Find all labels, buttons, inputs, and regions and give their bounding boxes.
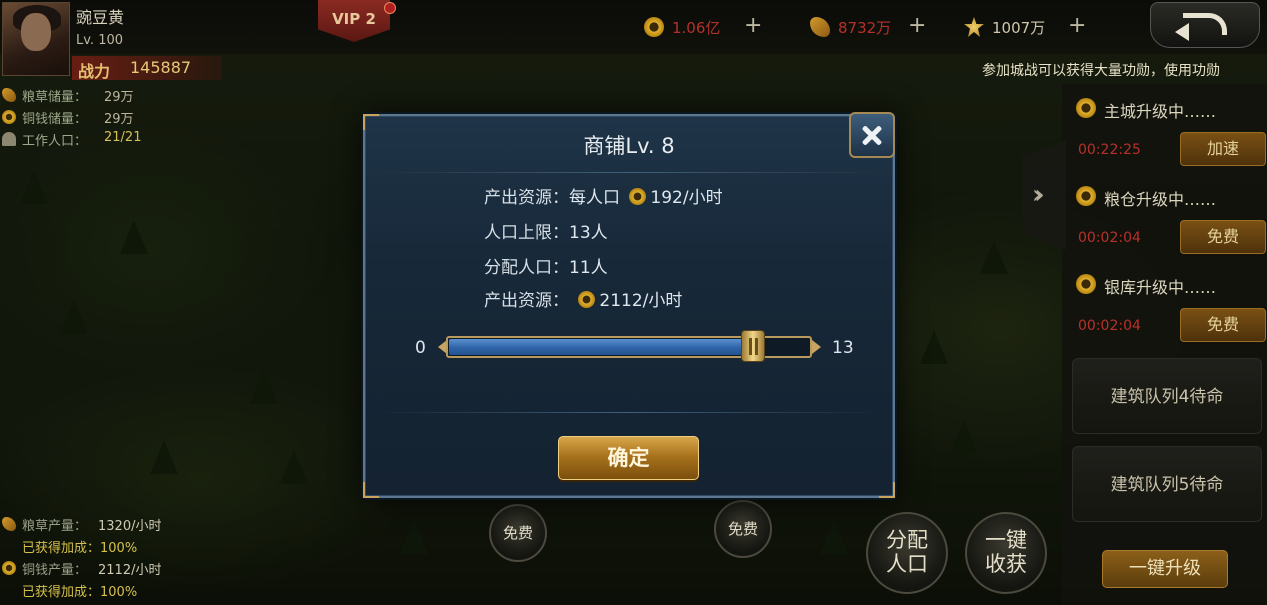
slider-fill (449, 339, 762, 355)
close-button[interactable] (849, 112, 895, 158)
coin-icon (1076, 186, 1096, 206)
resource-value: 1007万 (992, 19, 1046, 37)
queue-item: 银库升级中…… 00:02:04 免费 (1072, 262, 1266, 346)
return-arrow-icon (1183, 13, 1227, 35)
storage-panel: 粮草储量： 29万 铜钱储量： 29万 工作人口： 21/21 (0, 84, 155, 150)
free-button[interactable]: 免费 (489, 504, 547, 562)
coin-icon (2, 561, 16, 575)
output-per-person-row: 产出资源：每人口 192/小时 (484, 188, 723, 208)
coin-icon (1076, 98, 1096, 118)
queue-item: 主城升级中…… 00:22:25 加速 (1072, 86, 1266, 170)
slider-handle[interactable] (740, 330, 765, 362)
countdown-timer: 00:22:25 (1078, 142, 1141, 158)
upgrade-all-button[interactable]: 一键升级 (1102, 550, 1228, 588)
total-output-row: 产出资源： 2112/小时 (484, 291, 683, 311)
coin-icon (1076, 274, 1096, 294)
speedup-button[interactable]: 加速 (1180, 132, 1266, 166)
merit-icon (964, 17, 984, 37)
grain-bonus: 已获得加成：100% (22, 541, 138, 556)
queue-item: 粮仓升级中…… 00:02:04 免费 (1072, 174, 1266, 258)
add-merit-button[interactable]: + (1068, 13, 1086, 38)
divider (375, 172, 885, 173)
player-name: 豌豆黄 (76, 8, 125, 27)
copper-bonus: 已获得加成：100% (22, 585, 138, 600)
resource-merit: 1007万 + (964, 13, 1094, 39)
idle-queue-slot[interactable]: 建筑队列5待命 (1072, 446, 1262, 522)
storage-row: 工作人口： 21/21 (0, 128, 155, 150)
countdown-timer: 00:02:04 (1078, 318, 1141, 334)
resource-grain: 8732万 + (810, 13, 930, 39)
resource-value: 8732万 (838, 19, 892, 37)
back-button[interactable] (1150, 2, 1260, 48)
grain-icon (810, 17, 830, 37)
assigned-population-row: 分配人口：11人 (484, 258, 608, 278)
coin-icon (578, 291, 596, 308)
slider-right-cap (812, 340, 821, 354)
slider-min-label: 0 (415, 338, 426, 358)
resource-coin: 1.06亿 + (644, 13, 764, 39)
power-label: 战力 (78, 62, 111, 81)
free-finish-button[interactable]: 免费 (1180, 220, 1266, 254)
worker-icon (2, 132, 16, 146)
collapse-panel-tab[interactable]: ›› (1022, 140, 1066, 250)
resource-value: 1.06亿 (672, 19, 721, 37)
dialog-title: 商铺Lv. 8 (583, 134, 675, 158)
notification-dot (384, 2, 396, 14)
coin-icon (644, 17, 664, 37)
storage-row: 粮草储量： 29万 (0, 84, 155, 106)
player-level: Lv. 100 (76, 33, 124, 48)
confirm-button[interactable]: 确定 (558, 436, 699, 480)
grain-icon (2, 88, 16, 102)
coin-icon (2, 110, 16, 124)
add-coin-button[interactable]: + (744, 13, 762, 38)
divider (375, 412, 885, 413)
power-value: 145887 (130, 58, 192, 77)
coin-icon (629, 188, 647, 205)
power-display: 战力 145887 (72, 56, 222, 81)
grain-icon (2, 517, 16, 531)
countdown-timer: 00:02:04 (1078, 230, 1141, 246)
production-panel: 粮草产量： 1320/小时 已获得加成：100% 铜钱产量： 2112/小时 已… (0, 512, 200, 600)
scrolling-announcement: 参加城战可以获得大量功勋，使用功勋 (982, 63, 1220, 79)
idle-queue-slot[interactable]: 建筑队列4待命 (1072, 358, 1262, 434)
free-finish-button[interactable]: 免费 (1180, 308, 1266, 342)
avatar[interactable] (2, 2, 70, 76)
harvest-all-button[interactable]: 一键 收获 (965, 512, 1047, 594)
double-chevron-icon: ›› (1032, 180, 1044, 210)
storage-row: 铜钱储量： 29万 (0, 106, 155, 128)
free-button[interactable]: 免费 (714, 500, 772, 558)
add-grain-button[interactable]: + (908, 13, 926, 38)
population-cap-row: 人口上限：13人 (484, 223, 608, 243)
assign-population-button[interactable]: 分配 人口 (866, 512, 948, 594)
slider-max-label: 13 (832, 338, 854, 358)
